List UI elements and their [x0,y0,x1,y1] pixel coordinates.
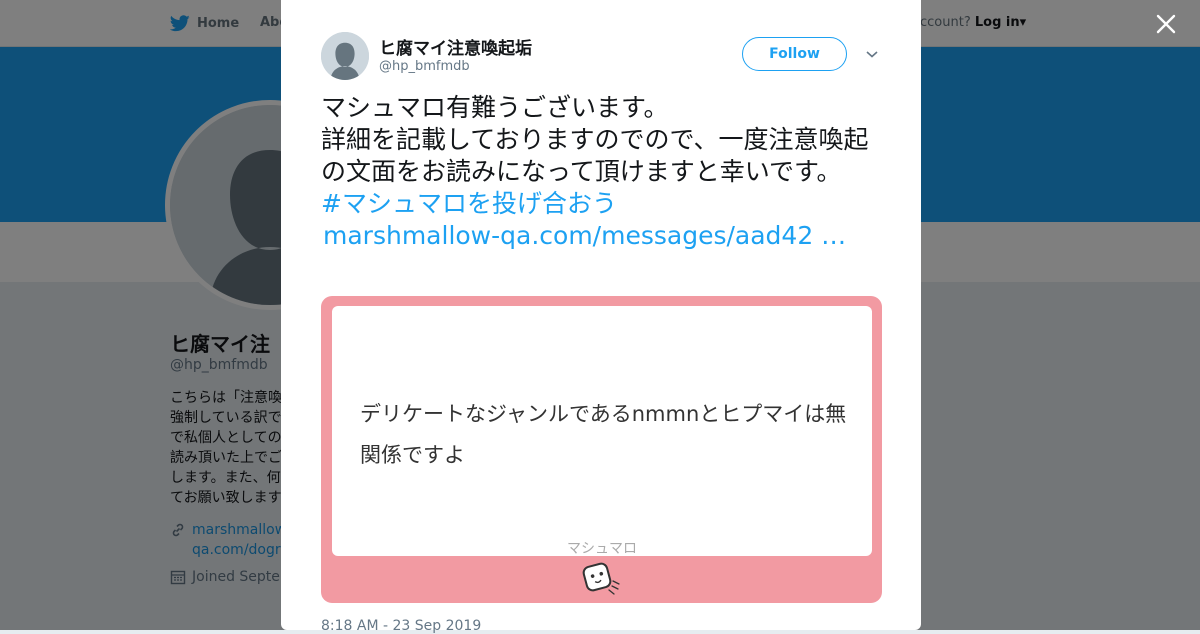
tweet-author-handle[interactable]: @hp_bmfmdb [379,59,470,74]
tweet-options-button[interactable] [863,45,881,63]
chevron-down-icon [866,51,878,58]
tweet-text: マシュマロ有難うございます。 詳細を記載しておりますのでので、一度注意喚起の文面… [321,92,886,252]
default-avatar-icon [321,32,369,80]
follow-button[interactable]: Follow [742,37,847,71]
card-brand-label: マシュマロ [567,541,637,557]
close-icon [1156,14,1176,34]
tweet-timestamp[interactable]: 8:18 AM - 23 Sep 2019 [321,618,481,634]
tweet-modal: ヒ腐マイ注意喚起垢 @hp_bmfmdb Follow マシュマロ有難うございま… [281,0,921,634]
tweet-author-name[interactable]: ヒ腐マイ注意喚起垢 [379,34,532,59]
tweet-url-link[interactable]: marshmallow-qa.com/messages/aad42 … [321,220,886,252]
card-question-box: デリケートなジャンルであるnmmnとヒプマイは無関係ですよ マシュマロ [332,306,872,557]
tweet-image-card[interactable]: デリケートなジャンルであるnmmnとヒプマイは無関係ですよ マシュマロ [321,296,882,603]
tweet-text-line: 詳細を記載しておりますのでので、一度注意喚起の文面をお読みになって頂けますと幸い… [321,125,869,186]
tweet-hashtag-link[interactable]: #マシュマロを投げ合おう [321,188,886,220]
tweet-text-line: マシュマロ有難うございます。 [321,93,669,122]
close-modal-button[interactable] [1150,8,1182,40]
card-question-text: デリケートなジャンルであるnmmnとヒプマイは無関係ですよ [360,402,847,467]
tweet-author-avatar[interactable] [321,32,369,80]
marshmallow-mascot-icon [582,562,620,595]
